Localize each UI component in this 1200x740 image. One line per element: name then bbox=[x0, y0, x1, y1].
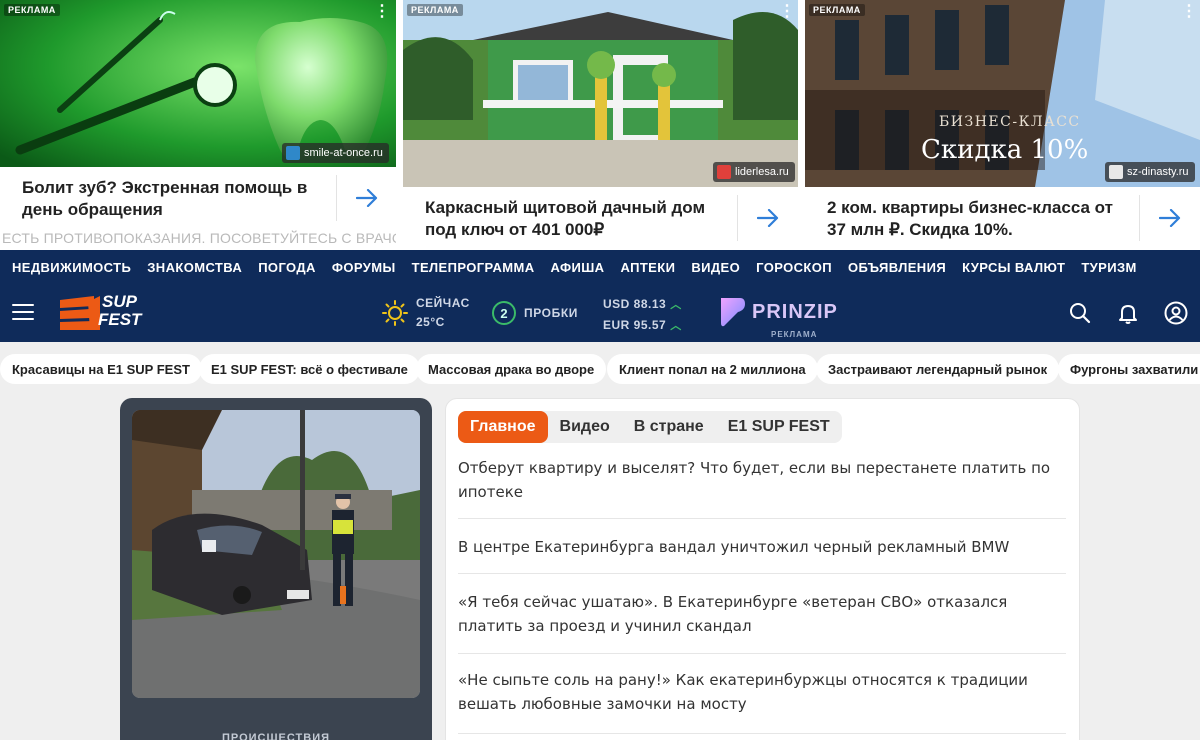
traffic-score: 2 bbox=[492, 301, 516, 325]
menu-icon[interactable] bbox=[12, 304, 34, 322]
nav-item-afisha[interactable]: АФИША bbox=[551, 260, 605, 275]
ad-card-apartments[interactable]: БИЗНЕС-КЛАСС Скидка 10% РЕКЛАМА ⋮ sz-din… bbox=[805, 0, 1200, 250]
nav-item-weather[interactable]: ПОГОДА bbox=[258, 260, 316, 275]
rate-up-icon: ︿ bbox=[670, 299, 682, 311]
nav-item-video[interactable]: ВИДЕО bbox=[691, 260, 740, 275]
partner-banner[interactable]: PRINZIP bbox=[718, 296, 838, 328]
logo-text-sup: SUP bbox=[102, 292, 137, 311]
ad-headline[interactable]: Каркасный щитовой дачный дом под ключ от… bbox=[425, 197, 725, 241]
tab-main[interactable]: Главное bbox=[458, 411, 548, 443]
ad-arrow-button[interactable] bbox=[336, 175, 396, 221]
ad-label: РЕКЛАМА bbox=[407, 4, 463, 16]
logo-text-fest: FEST bbox=[98, 310, 142, 329]
ad-image-dental bbox=[0, 0, 396, 167]
news-tabs: Главное Видео В стране E1 SUP FEST bbox=[458, 411, 842, 443]
topic-pill[interactable]: Застраивают легендарный рынок bbox=[816, 354, 1060, 384]
usd-rate: USD 88.13 bbox=[603, 297, 667, 311]
ad-label: РЕКЛАМА bbox=[809, 4, 865, 16]
ad-domain-text: liderlesa.ru bbox=[735, 166, 789, 178]
ad-headline[interactable]: 2 ком. квартиры бизнес-класса от 37 млн … bbox=[827, 197, 1127, 241]
top-navigation: НЕДВИЖИМОСТЬ ЗНАКОМСТВА ПОГОДА ФОРУМЫ ТЕ… bbox=[0, 250, 1200, 284]
nav-item-realty[interactable]: НЕДВИЖИМОСТЬ bbox=[12, 260, 131, 275]
eur-rate: EUR 95.57 bbox=[603, 318, 667, 332]
ad-domain-text: smile-at-once.ru bbox=[304, 147, 383, 159]
trending-topics: Красавицы на E1 SUP FEST E1 SUP FEST: вс… bbox=[0, 354, 1200, 384]
nav-item-forums[interactable]: ФОРУМЫ bbox=[332, 260, 396, 275]
partner-name: PRINZIP bbox=[752, 300, 838, 323]
user-icon[interactable] bbox=[1164, 301, 1188, 325]
search-icon[interactable] bbox=[1068, 301, 1092, 325]
news-panel: Главное Видео В стране E1 SUP FEST Отбер… bbox=[445, 398, 1080, 740]
currency-rates[interactable]: USD 88.13 ︿ EUR 95.57 ︿ bbox=[603, 294, 682, 336]
traffic-label: ПРОБКИ bbox=[524, 306, 578, 320]
nav-item-dating[interactable]: ЗНАКОМСТВА bbox=[147, 260, 242, 275]
ad-disclaimer: ЕСТЬ ПРОТИВОПОКАЗАНИЯ. ПОСОВЕТУЙТЕСЬ С В… bbox=[2, 230, 396, 246]
site-logo[interactable]: SUP FEST bbox=[60, 292, 150, 332]
tab-video[interactable]: Видео bbox=[548, 411, 622, 443]
ad-menu-icon[interactable]: ⋮ bbox=[779, 4, 795, 22]
nav-item-tourism[interactable]: ТУРИЗМ bbox=[1081, 260, 1136, 275]
ad-menu-icon[interactable]: ⋮ bbox=[1181, 4, 1197, 22]
ad-domain-badge[interactable]: liderlesa.ru bbox=[713, 162, 795, 182]
house-logo-icon bbox=[717, 165, 731, 179]
ad-domain-text: sz-dinasty.ru bbox=[1127, 166, 1189, 178]
featured-category: ПРОИСШЕСТВИЯ bbox=[221, 732, 331, 740]
topic-pill[interactable]: E1 SUP FEST: всё о фестивале bbox=[199, 354, 420, 384]
weather-label: СЕЙЧАС bbox=[416, 296, 470, 310]
news-item[interactable]: «Я тебя сейчас ушатаю». В Екатеринбурге … bbox=[458, 574, 1066, 654]
smile-logo-icon bbox=[286, 146, 300, 160]
news-list: Отберут квартиру и выселят? Что будет, е… bbox=[458, 455, 1066, 734]
nav-item-horoscope[interactable]: ГОРОСКОП bbox=[756, 260, 832, 275]
topic-pill[interactable]: Фургоны захватили п bbox=[1058, 354, 1200, 384]
featured-photo[interactable] bbox=[132, 410, 420, 698]
nav-item-pharmacies[interactable]: АПТЕКИ bbox=[620, 260, 675, 275]
dinasty-logo-icon bbox=[1109, 165, 1123, 179]
topic-pill[interactable]: Массовая драка во дворе bbox=[416, 354, 607, 384]
ad-domain-badge[interactable]: sz-dinasty.ru bbox=[1105, 162, 1195, 182]
news-item[interactable]: «Не сыпьте соль на рану!» Как екатеринбу… bbox=[458, 654, 1066, 734]
weather-temp: 25°C bbox=[416, 315, 445, 329]
ad-image-caption-top: БИЗНЕС-КЛАСС bbox=[939, 114, 1081, 130]
sun-icon bbox=[382, 300, 408, 326]
ad-arrow-button[interactable] bbox=[737, 195, 797, 241]
news-item[interactable]: Отберут квартиру и выселят? Что будет, е… bbox=[458, 455, 1066, 519]
ad-row: РЕКЛАМА ⋮ smile-at-once.ru Болит зуб? Эк… bbox=[0, 0, 1200, 250]
ad-arrow-button[interactable] bbox=[1139, 195, 1199, 241]
ad-card-dental[interactable]: РЕКЛАМА ⋮ smile-at-once.ru Болит зуб? Эк… bbox=[0, 0, 396, 250]
nav-item-tv[interactable]: ТЕЛЕПРОГРАММА bbox=[412, 260, 535, 275]
ad-image-house bbox=[403, 0, 798, 187]
arrow-right-icon bbox=[1158, 209, 1180, 227]
ad-menu-icon[interactable]: ⋮ bbox=[374, 4, 390, 22]
tab-country[interactable]: В стране bbox=[622, 411, 716, 443]
site-header: SUP FEST СЕЙЧАС 25°C 2 ПРОБКИ USD 88.13 ︿… bbox=[0, 284, 1200, 342]
ad-label: РЕКЛАМА bbox=[4, 4, 60, 16]
partner-ad-label: РЕКЛАМА bbox=[771, 330, 818, 339]
arrow-right-icon bbox=[355, 189, 377, 207]
topic-pill[interactable]: Красавицы на E1 SUP FEST bbox=[0, 354, 202, 384]
featured-news-card[interactable]: ПРОИСШЕСТВИЯ bbox=[120, 398, 432, 740]
prinzip-logo-icon bbox=[721, 298, 745, 327]
arrow-right-icon bbox=[756, 209, 778, 227]
topic-pill[interactable]: Клиент попал на 2 миллиона bbox=[607, 354, 818, 384]
news-item[interactable]: В центре Екатеринбурга вандал уничтожил … bbox=[458, 519, 1066, 574]
ad-headline[interactable]: Болит зуб? Экстренная помощь в день обра… bbox=[22, 177, 322, 221]
ad-card-house[interactable]: РЕКЛАМА ⋮ liderlesa.ru Каркасный щитовой… bbox=[403, 0, 798, 250]
ad-domain-badge[interactable]: smile-at-once.ru bbox=[282, 143, 389, 163]
traffic-widget[interactable]: 2 ПРОБКИ bbox=[492, 301, 578, 325]
nav-item-currency[interactable]: КУРСЫ ВАЛЮТ bbox=[962, 260, 1065, 275]
ad-image-caption-main: Скидка 10% bbox=[921, 135, 1089, 165]
tab-supfest[interactable]: E1 SUP FEST bbox=[716, 411, 842, 443]
weather-widget[interactable]: СЕЙЧАС 25°C bbox=[382, 294, 470, 332]
nav-item-ads[interactable]: ОБЪЯВЛЕНИЯ bbox=[848, 260, 946, 275]
bell-icon[interactable] bbox=[1116, 301, 1140, 325]
rate-up-icon: ︿ bbox=[670, 320, 682, 332]
